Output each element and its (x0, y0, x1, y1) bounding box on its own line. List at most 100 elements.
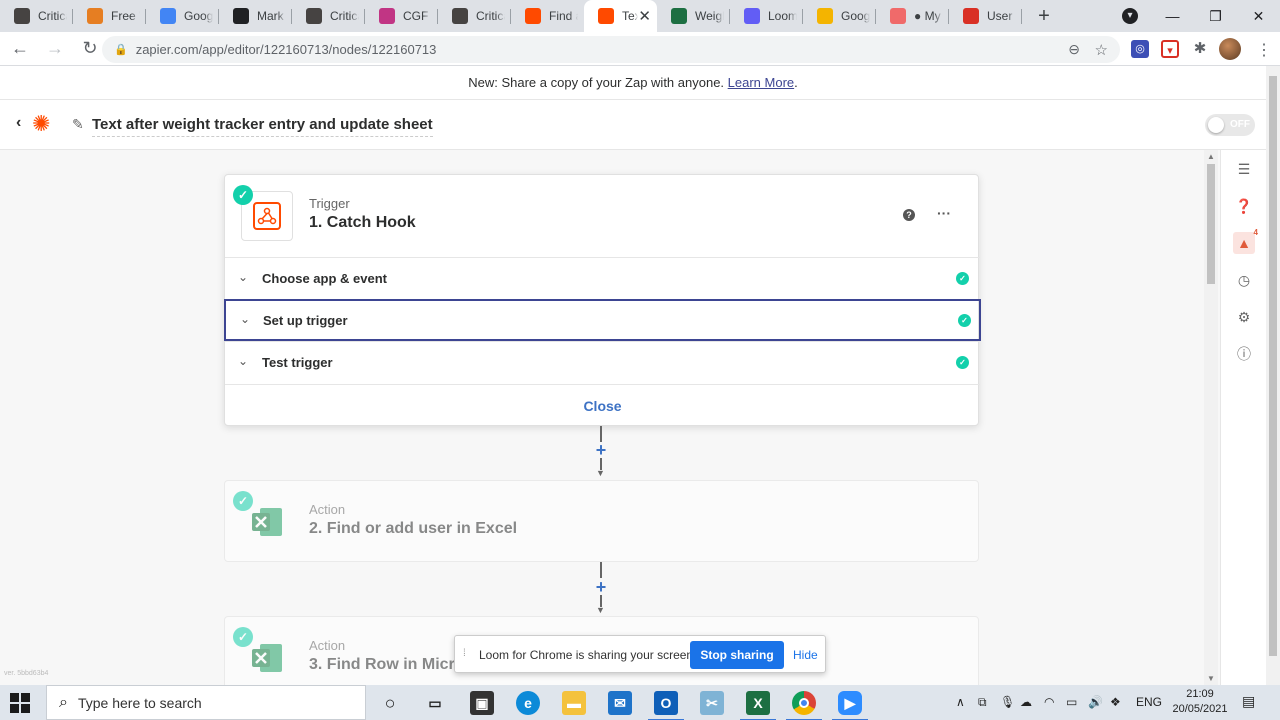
browser-tab[interactable]: Google (146, 0, 219, 32)
section-set-up-trigger[interactable]: ⌄ Set up trigger ✓ (224, 299, 981, 341)
bookmark-star-icon[interactable]: ☆ (1095, 41, 1108, 59)
microphone-icon[interactable]: 🎙 (1000, 695, 1015, 709)
taskbar-search[interactable]: ⌕ Type here to search (46, 685, 366, 720)
page-scroll-thumb[interactable] (1269, 76, 1277, 656)
windows-taskbar: ⌕ Type here to search ○ ▭ ▣ e ▬ ✉ O ✂ X … (0, 685, 1280, 720)
help-circle-icon[interactable]: ❓ (1233, 195, 1255, 217)
back-icon[interactable]: ← (5, 38, 35, 59)
clock-date: 20/05/2021 (1172, 703, 1228, 715)
step-title[interactable]: 1. Catch Hook (309, 214, 416, 232)
zoom-icon[interactable]: ⊖ (1068, 41, 1080, 58)
action-step-card[interactable]: ✓ Action 2. Find or add user in Excel (224, 480, 979, 562)
browser-tab[interactable]: Loom (730, 0, 803, 32)
scroll-down-icon[interactable]: ▼ (1207, 674, 1215, 683)
browser-tab[interactable]: Critical (292, 0, 365, 32)
new-tab-icon[interactable]: + (1028, 0, 1060, 32)
dropbox-icon[interactable]: ❖ (1110, 695, 1121, 709)
system-clock[interactable]: 21:09 20/05/2021 (1170, 687, 1230, 717)
language-indicator[interactable]: ENG (1136, 695, 1162, 709)
excel-taskbar-icon[interactable]: X (740, 691, 776, 720)
cortana-icon[interactable]: ○ (378, 691, 402, 715)
page-scrollbar[interactable] (1266, 66, 1280, 685)
back-chevron-icon[interactable]: ‹ (16, 114, 21, 132)
zapier-icon (525, 8, 541, 24)
profile-avatar[interactable] (1219, 38, 1241, 60)
settings-gear-icon[interactable]: ⚙ (1233, 306, 1255, 328)
browser-tab[interactable]: Critical (0, 0, 73, 32)
zap-title[interactable]: Text after weight tracker entry and upda… (92, 116, 433, 137)
step-connector (600, 562, 602, 578)
wordpress-icon (452, 8, 468, 24)
chevron-down-icon: ⌄ (238, 354, 249, 368)
loom-sharing-bar: ⁞ Loom for Chrome is sharing your screen… (454, 635, 826, 673)
p-logo-icon (233, 8, 249, 24)
onedrive-icon[interactable]: ☁ (1020, 695, 1032, 709)
chevron-down-icon: ⌄ (238, 270, 249, 284)
forward-icon[interactable]: → (40, 38, 70, 59)
help-icon[interactable]: ? (903, 209, 915, 221)
tab-search-icon[interactable]: ▾ (1122, 8, 1138, 24)
task-view-icon[interactable]: ▭ (423, 691, 447, 715)
wifi-icon[interactable]: ◠ (1044, 695, 1054, 709)
browser-tab[interactable]: Google (803, 0, 876, 32)
store-icon[interactable]: ▣ (470, 691, 494, 715)
browser-tab[interactable]: Weight (657, 0, 730, 32)
history-clock-icon[interactable]: ◷ (1233, 269, 1255, 291)
step-kind: Action (309, 502, 346, 517)
add-step-plus-icon[interactable]: + (593, 578, 609, 596)
alert-icon[interactable]: ▲ 4 (1233, 228, 1258, 254)
info-icon[interactable]: ⓘ (1233, 343, 1255, 365)
extension-icon[interactable]: ▾ (1161, 40, 1179, 58)
browser-tab[interactable]: Critical (438, 0, 511, 32)
outline-icon[interactable]: ☰ (1233, 158, 1255, 180)
reload-icon[interactable]: ↻ (75, 38, 105, 59)
hide-button[interactable]: Hide (793, 648, 818, 662)
browser-tab[interactable]: User D (949, 0, 1022, 32)
snip-icon[interactable]: ✂ (700, 691, 724, 715)
browser-tab[interactable]: Tex ✕ (584, 0, 657, 32)
outlook-icon[interactable]: O (648, 691, 684, 720)
close-tab-icon[interactable]: ✕ (638, 7, 651, 25)
notification-icon[interactable]: ▤ (1242, 693, 1260, 711)
puzzle-icon[interactable]: ✱ (1191, 40, 1209, 58)
network-device-icon[interactable]: ⧉ (978, 695, 987, 710)
close-window-icon[interactable]: ✕ (1237, 8, 1280, 25)
zoom-app-icon[interactable]: ▶ (832, 691, 868, 720)
windows-start-icon[interactable] (10, 693, 30, 713)
section-test-trigger[interactable]: ⌄ Test trigger ✓ (225, 341, 980, 383)
tab-label: Free W (111, 9, 140, 23)
extension-icon[interactable]: ◎ (1131, 40, 1149, 58)
zapier-icon (598, 8, 614, 24)
scroll-up-icon[interactable]: ▲ (1207, 152, 1215, 161)
menu-kebab-icon[interactable]: ⋮ (1256, 40, 1272, 60)
restore-icon[interactable]: ❐ (1194, 8, 1237, 25)
minimize-icon[interactable]: — (1151, 8, 1194, 24)
address-bar[interactable]: 🔒 zapier.com/app/editor/122160713/nodes/… (102, 36, 1120, 63)
browser-tab[interactable]: Mark A (219, 0, 292, 32)
battery-icon[interactable]: ▭ (1066, 695, 1077, 709)
more-options-icon[interactable]: ··· (937, 205, 951, 221)
section-choose-app-event[interactable]: ⌄ Choose app & event ✓ (225, 257, 980, 299)
file-explorer-icon[interactable]: ▬ (562, 691, 586, 715)
browser-tab[interactable]: ● My T (876, 0, 949, 32)
stop-sharing-button[interactable]: Stop sharing (690, 641, 784, 669)
step-title: 3. Find Row in Micro (309, 656, 465, 673)
browser-toolbar: ← → ↻ 🔒 zapier.com/app/editor/122160713/… (0, 32, 1280, 66)
chevron-up-icon[interactable]: ∧ (956, 695, 965, 709)
drag-handle-icon[interactable]: ⁞ (463, 648, 466, 659)
zapier-logo-icon[interactable]: ✺ (32, 113, 50, 135)
learn-more-link[interactable]: Learn More (728, 75, 794, 90)
pencil-icon[interactable]: ✎ (72, 116, 84, 133)
close-step-button[interactable]: Close (225, 384, 980, 426)
canvas-scrollbar[interactable]: ▲ ▼ (1204, 150, 1218, 685)
volume-icon[interactable]: 🔊 (1088, 695, 1103, 709)
browser-tab[interactable]: Find ar (511, 0, 584, 32)
scroll-thumb[interactable] (1207, 164, 1215, 284)
mail-icon[interactable]: ✉ (608, 691, 632, 715)
zap-on-off-toggle[interactable]: OFF (1205, 114, 1255, 136)
browser-tab[interactable]: CGF Ca (365, 0, 438, 32)
chrome-icon[interactable] (786, 691, 822, 720)
edge-icon[interactable]: e (516, 691, 540, 715)
add-step-plus-icon[interactable]: + (593, 441, 609, 459)
browser-tab[interactable]: Free W (73, 0, 146, 32)
